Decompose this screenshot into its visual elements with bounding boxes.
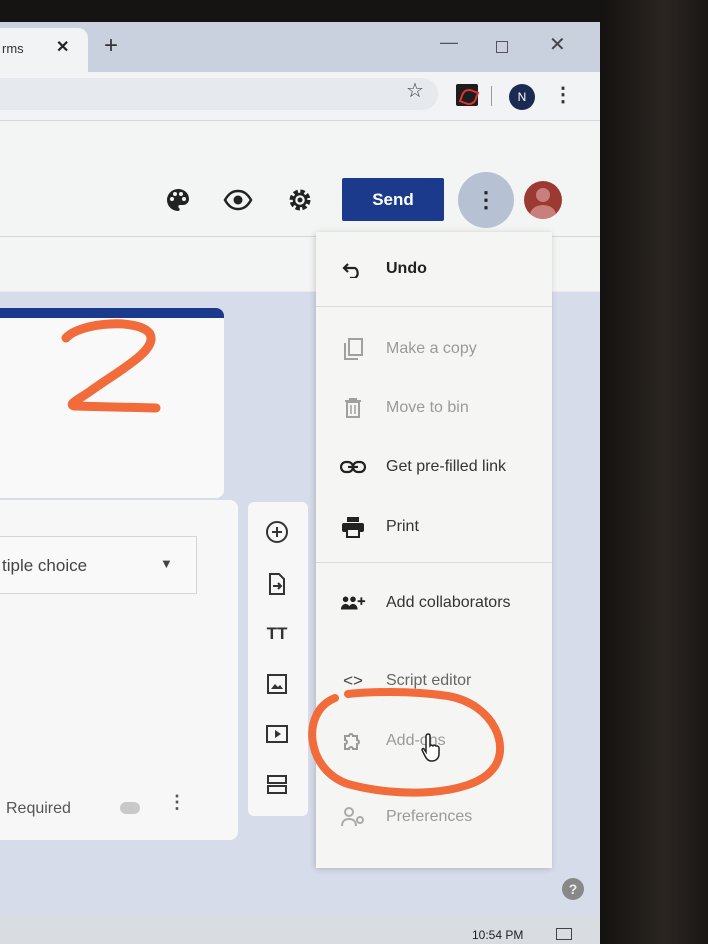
menu-divider bbox=[316, 306, 552, 307]
question-tools-panel bbox=[248, 502, 308, 816]
new-tab-icon[interactable]: + bbox=[104, 32, 118, 60]
question-type-value: tiple choice bbox=[2, 556, 88, 575]
puzzle-icon bbox=[340, 730, 366, 752]
help-icon[interactable]: ? bbox=[562, 878, 584, 900]
person-settings-icon bbox=[340, 806, 366, 828]
chrome-menu-icon[interactable]: ⋮ bbox=[553, 82, 573, 107]
toolbar-separator bbox=[491, 86, 492, 106]
video-icon[interactable] bbox=[263, 720, 291, 748]
printer-icon bbox=[340, 516, 366, 538]
palette-icon[interactable] bbox=[162, 184, 194, 216]
menu-item-label: Add collaborators bbox=[386, 594, 511, 611]
menu-item-print[interactable]: Print bbox=[316, 504, 552, 550]
hand-cursor-icon bbox=[421, 733, 440, 762]
tab-title: rms bbox=[2, 41, 24, 56]
add-people-icon bbox=[340, 592, 366, 614]
form-title-card[interactable] bbox=[0, 308, 224, 498]
menu-divider bbox=[316, 562, 552, 563]
undo-icon bbox=[340, 258, 366, 280]
title-text-icon[interactable]: TT bbox=[263, 620, 291, 648]
tab-strip: rms ✕ + — ✕ bbox=[0, 22, 600, 72]
send-button[interactable]: Send bbox=[342, 178, 444, 221]
pdf-extension-icon[interactable] bbox=[456, 84, 478, 106]
caret-down-icon: ▼ bbox=[160, 556, 173, 571]
section-icon[interactable] bbox=[263, 770, 291, 798]
taskbar-clock: 10:54 PM bbox=[472, 928, 524, 942]
maximize-icon[interactable] bbox=[496, 41, 508, 53]
bookmark-star-icon[interactable]: ☆ bbox=[406, 78, 424, 103]
copy-icon bbox=[340, 338, 366, 360]
more-vert-icon[interactable]: ⋮ bbox=[458, 172, 514, 228]
import-questions-icon[interactable] bbox=[263, 570, 291, 598]
tab-close-icon[interactable]: ✕ bbox=[56, 37, 69, 57]
menu-item-script-editor[interactable]: <> Script editor bbox=[316, 658, 552, 704]
menu-item-label: Get pre-filled link bbox=[386, 458, 507, 475]
menu-item-label: Print bbox=[386, 518, 419, 535]
menu-item-move-to-bin[interactable]: Move to bin bbox=[316, 385, 552, 431]
menu-item-label: Script editor bbox=[386, 672, 472, 689]
image-icon[interactable] bbox=[263, 670, 291, 698]
gear-icon[interactable] bbox=[284, 184, 316, 216]
add-question-icon[interactable] bbox=[263, 518, 291, 546]
menu-item-label: Preferences bbox=[386, 808, 473, 825]
window-close-icon[interactable]: ✕ bbox=[549, 32, 566, 57]
question-more-icon[interactable]: ⋮ bbox=[168, 792, 186, 813]
menu-item-preferences[interactable]: Preferences bbox=[316, 794, 552, 840]
menu-item-add-collaborators[interactable]: Add collaborators bbox=[316, 580, 552, 626]
account-avatar[interactable] bbox=[524, 181, 562, 219]
menu-item-make-copy[interactable]: Make a copy bbox=[316, 326, 552, 372]
required-label: Required bbox=[6, 800, 71, 817]
eye-icon[interactable] bbox=[222, 184, 254, 216]
required-toggle[interactable] bbox=[120, 802, 140, 814]
code-icon: <> bbox=[343, 671, 363, 690]
minimize-icon[interactable]: — bbox=[440, 32, 458, 53]
menu-item-prefilled-link[interactable]: Get pre-filled link bbox=[316, 444, 552, 490]
address-bar[interactable] bbox=[0, 78, 438, 110]
menu-item-label: Move to bin bbox=[386, 399, 469, 416]
bin-icon bbox=[340, 397, 366, 419]
menu-item-label: Undo bbox=[386, 260, 427, 277]
monitor-bezel-right bbox=[600, 0, 708, 944]
browser-tab[interactable]: rms ✕ bbox=[0, 28, 88, 72]
link-icon bbox=[340, 456, 366, 478]
notification-icon[interactable] bbox=[556, 928, 572, 940]
menu-item-label: Make a copy bbox=[386, 340, 477, 357]
profile-avatar[interactable]: N bbox=[509, 84, 535, 110]
menu-item-undo[interactable]: Undo bbox=[316, 246, 552, 292]
